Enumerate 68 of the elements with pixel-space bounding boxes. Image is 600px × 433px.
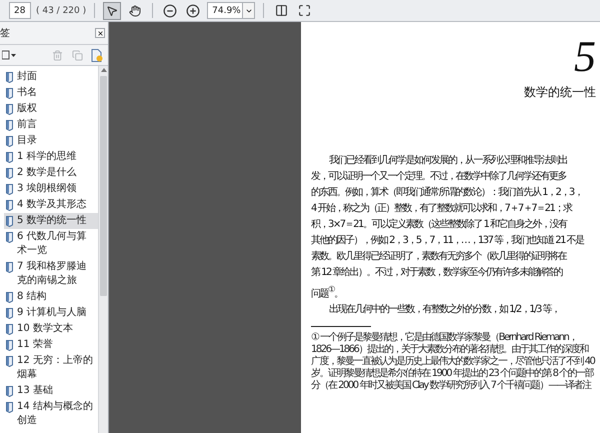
body-text-line: 出现在几何中的一些数，有整数之外的分数，如 1/2，1/3 等， <box>328 302 561 318</box>
body-text-line: 第 12 章给出）。不过，对于素数，数学家至今仍有许多未能解答的 <box>311 266 564 280</box>
body-text-line: 其他的因子），例如 2，3，5，7，11，…，137 等，我们也知道 21 不是 <box>311 234 586 248</box>
body-text-line: 4 开始，称之为（正）整数，有了整数就可以求和，7＋7＋7＝21；求 <box>311 202 573 216</box>
bookmark-icon <box>6 88 14 99</box>
bookmark-icon <box>6 402 14 413</box>
bookmark-icon <box>6 168 14 179</box>
bookmark-item[interactable]: 6 代数几何与算术一览 <box>4 229 98 259</box>
zoom-in-button[interactable] <box>184 2 202 20</box>
bookmark-icon <box>6 152 14 163</box>
scroll-thumb[interactable] <box>100 76 107 296</box>
bookmark-item[interactable]: 封面 <box>4 69 98 85</box>
bookmark-icon <box>6 184 14 195</box>
chapter-title: 数学的统一性 <box>524 84 596 101</box>
select-tool-button[interactable] <box>103 2 122 20</box>
bookmark-icon <box>6 308 14 319</box>
new-bookmark-button[interactable] <box>90 48 104 62</box>
bookmark-icon <box>6 386 14 397</box>
bookmark-icon <box>6 120 14 131</box>
bookmark-item[interactable]: 书名 <box>4 85 98 101</box>
bookmark-item[interactable]: 11 荣誉 <box>4 337 98 353</box>
scrollbar[interactable] <box>98 66 108 433</box>
bookmark-item[interactable]: 10 数学文本 <box>4 321 98 337</box>
body-text-line: 问题$^{①}$。 <box>311 283 344 302</box>
bookmark-item[interactable]: 4 数学及其形态 <box>4 197 98 213</box>
bookmark-item[interactable]: 前言 <box>4 117 98 133</box>
body-text-line: 积，3×7＝21。可以定义素数（这些整数除了 1 和它自身之外，没有 <box>311 218 568 232</box>
bookmark-icon <box>6 232 14 243</box>
page-count: ( 43 / 220 ) <box>36 6 86 16</box>
options-button[interactable] <box>0 48 18 62</box>
bookmark-icon <box>6 136 14 147</box>
body-text-line: 的东西。例如，算术（即我们通常所谓的数论）：我们首先从 1，2，3， <box>311 186 584 200</box>
hand-icon <box>129 4 142 16</box>
bookmark-icon <box>6 200 14 211</box>
chapter-number: 5 <box>574 34 596 80</box>
bookmark-item[interactable]: 13 基础 <box>4 383 98 399</box>
bookmark-icon <box>6 72 14 83</box>
close-icon <box>96 30 104 36</box>
bookmark-icon <box>6 324 14 335</box>
bookmark-item[interactable]: 版权 <box>4 101 98 117</box>
select-arrow-icon <box>106 4 118 16</box>
bookmark-item[interactable]: 5 数学的统一性 <box>4 213 98 229</box>
bookmark-icon <box>6 356 14 367</box>
body-text-line: 我们已经看到几何学是如何发展的，从一系列公理和推导法则出 <box>328 154 568 168</box>
footnote: ① 一个例子是黎曼猜想，它是由德国数学家黎曼（Bernhard Riemann，1826—1866）提出的，关于大素数分布的著名猜想。由于其工作的深度和广度，黎曼一直被认为是历史上最伟大的数学家之一，尽管他只活了不到 40 岁。证明黎曼猜想是希尔伯特在 1900 年提出的 23 个问题中的第 8 个的一部分（在 2000 年时又被美国 Clay 数学研究所列入 7 个千禧问题）——译者注 <box>311 332 596 392</box>
bookmark-item[interactable]: 1 科学的思维 <box>4 149 98 165</box>
bookmark-item[interactable]: 8 结构 <box>4 289 98 305</box>
bookmark-icon <box>6 216 14 227</box>
bookmark-item[interactable]: 9 计算机与人脑 <box>4 305 98 321</box>
bookmark-item[interactable]: 14 结构与概念的创造 <box>4 399 98 429</box>
zoom-field[interactable]: 74.9% <box>207 2 244 19</box>
page-number-field[interactable]: 28 <box>9 2 31 19</box>
panel-title: 签 <box>0 27 10 40</box>
body-text-line: 发，可以证明一个又一个定理。不过，在数学中除了几何学还有更多 <box>311 170 568 184</box>
body-text-line: 素数。欧几里得已经证明了，素数有无穷多个（欧几里得的证明将在 <box>311 250 568 264</box>
bookmark-item[interactable]: 12 无穷：上帝的烟幕 <box>4 353 98 383</box>
scroll-up-icon[interactable] <box>100 68 106 72</box>
zoom-out-button[interactable] <box>161 2 180 20</box>
close-button[interactable] <box>95 28 105 38</box>
bookmark-icon <box>6 262 14 273</box>
bookmark-icon <box>6 104 14 115</box>
bookmark-item[interactable]: 7 我和格罗滕迪克的南锡之旅 <box>4 259 98 289</box>
bookmark-item[interactable]: 目录 <box>4 133 98 149</box>
bookmark-item[interactable]: 3 埃朗根纲领 <box>4 181 98 197</box>
bookmark-item[interactable]: 2 数学是什么 <box>4 165 98 181</box>
bookmark-icon <box>6 340 14 351</box>
bookmark-icon <box>6 292 14 303</box>
zoom-dropdown-button[interactable] <box>243 2 256 19</box>
